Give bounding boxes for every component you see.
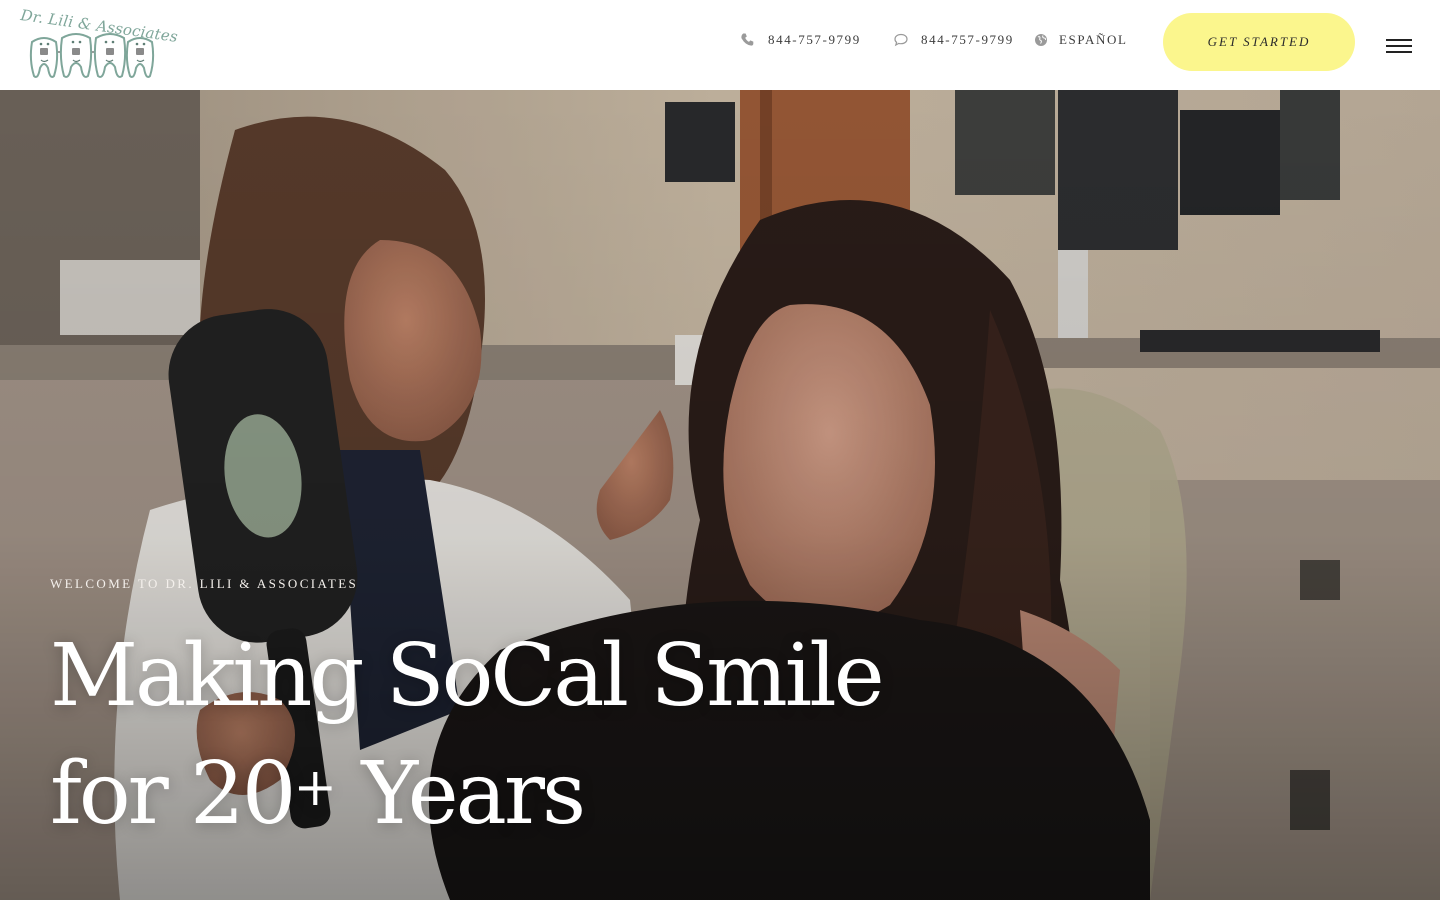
phone-number: 844-757-9799 — [768, 32, 861, 47]
phone-icon — [741, 33, 754, 46]
hero-eyebrow: WELCOME TO DR. LILI & ASSOCIATES — [50, 576, 359, 591]
site-logo[interactable]: Dr. Lili & Associates — [18, 4, 179, 84]
hero-headline: Making SoCal Smile for 20+ Years — [50, 620, 885, 850]
headline-line-2-suffix: Years — [337, 744, 586, 844]
globe-icon — [1035, 34, 1047, 46]
headline-line-1: Making SoCal Smile — [50, 626, 885, 726]
hero-section: WELCOME TO DR. LILI & ASSOCIATES Making … — [0, 90, 1440, 900]
headline-plus: + — [293, 758, 338, 818]
speech-bubble-icon — [894, 33, 908, 47]
menu-line — [1386, 39, 1412, 41]
text-number: 844-757-9799 — [921, 32, 1014, 47]
site-header: Dr. Lili & Associates 844-757-9799 844-7… — [0, 0, 1440, 90]
hero-text-block: WELCOME TO DR. LILI & ASSOCIATES Making … — [50, 576, 885, 850]
hamburger-menu-icon[interactable] — [1386, 37, 1414, 55]
text-message-link[interactable]: 844-757-9799 — [893, 32, 1014, 48]
headline-line-2-prefix: for 20 — [50, 744, 296, 844]
menu-line — [1386, 45, 1412, 47]
teeth-logo-icon — [29, 33, 155, 78]
language-switch-link[interactable]: ESPAÑOL — [1033, 32, 1128, 48]
phone-link[interactable]: 844-757-9799 — [740, 32, 861, 48]
menu-line — [1386, 51, 1412, 53]
language-label: ESPAÑOL — [1059, 32, 1128, 47]
get-started-button[interactable]: GET STARTED — [1163, 13, 1355, 71]
